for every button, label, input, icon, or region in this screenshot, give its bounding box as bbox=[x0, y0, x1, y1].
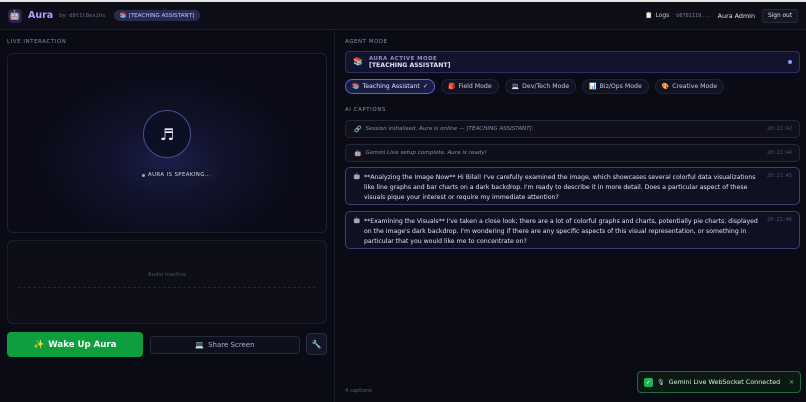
audio-baseline bbox=[18, 287, 316, 288]
tab-label: Dev/Tech Mode bbox=[522, 83, 570, 90]
chart-icon: 📊 bbox=[589, 83, 597, 90]
close-icon[interactable]: ✕ bbox=[789, 379, 794, 386]
caption-item: 🤖 Gemini Live setup complete. Aura is re… bbox=[345, 144, 800, 162]
robot-icon: 🤖 bbox=[353, 217, 361, 224]
books-icon: 📚 bbox=[352, 83, 360, 90]
toast-text: Gemini Live WebSocket Connected bbox=[668, 378, 781, 386]
caption-item: 🤖 **Analyzing the Image Now** Hi Bilal! … bbox=[345, 167, 800, 205]
link-icon: 🔗 bbox=[354, 125, 362, 133]
caption-text: **Analyzing the Image Now** Hi Bilal! I'… bbox=[364, 174, 756, 201]
caption-text: Session initialised. Aura is online — [T… bbox=[365, 126, 534, 132]
caption-text: **Examining the Visuals** I've taken a c… bbox=[364, 218, 758, 245]
check-icon: ✓ bbox=[644, 377, 653, 387]
share-screen-label: Share Screen bbox=[208, 341, 255, 349]
mode-pill: 📚 [TEACHING ASSISTANT] bbox=[113, 10, 201, 21]
header-right: 📋 Logs b0781119... Aura Admin Sign out bbox=[645, 8, 798, 23]
tab-label: Field Mode bbox=[458, 83, 492, 90]
avatar-stage: ♬ AURA IS SPEAKING... bbox=[7, 53, 327, 233]
live-interaction-panel: LIVE INTERACTION ♬ AURA IS SPEAKING... A… bbox=[0, 31, 335, 402]
robot-icon: 🤖 bbox=[354, 149, 362, 157]
speaking-dot bbox=[142, 173, 145, 177]
tab-teaching-assistant[interactable]: 📚 Teaching Assistant ✓ bbox=[345, 79, 436, 94]
tab-label: Teaching Assistant bbox=[362, 83, 420, 90]
caption-item: 🤖 **Examining the Visuals** I've taken a… bbox=[345, 211, 800, 249]
wrench-button[interactable]: 🔧 bbox=[306, 333, 327, 355]
share-screen-button[interactable]: 💻 Share Screen bbox=[150, 336, 300, 354]
microphone-icon: 🎙 bbox=[657, 378, 665, 386]
audio-status: Audio inactive bbox=[147, 272, 187, 278]
robot-icon: 🤖 bbox=[8, 8, 22, 23]
books-icon: 📚 bbox=[353, 57, 363, 66]
caption-time: 20:21:46 bbox=[767, 217, 792, 223]
caption-count: 4 captions bbox=[345, 388, 372, 394]
wake-up-label: Wake Up Aura bbox=[48, 339, 117, 350]
tab-biz-ops-mode[interactable]: 📊 Biz/Ops Mode bbox=[582, 79, 649, 94]
brand-byline: by d8t1l8esihs bbox=[59, 12, 106, 19]
caption-item: 🔗 Session initialised. Aura is online — … bbox=[345, 120, 800, 138]
ai-captions-label: AI CAPTIONS bbox=[345, 107, 386, 113]
caption-time: 20:21:42 bbox=[767, 126, 792, 132]
tab-creative-mode[interactable]: 🎨 Creative Mode bbox=[654, 79, 725, 94]
mode-pill-label: [TEACHING ASSISTANT] bbox=[128, 12, 195, 19]
audio-visualizer: Audio inactive bbox=[7, 240, 327, 324]
active-mode-card: 📚 AURA ACTIVE MODE [TEACHING ASSISTANT] bbox=[345, 51, 800, 73]
tab-dev-tech-mode[interactable]: 💻 Dev/Tech Mode bbox=[504, 79, 577, 94]
wake-up-button[interactable]: ✨ Wake Up Aura bbox=[7, 332, 143, 357]
caption-time: 20:21:44 bbox=[767, 150, 792, 156]
speaking-label: AURA IS SPEAKING... bbox=[148, 172, 212, 178]
agent-panel: AGENT MODE 📚 AURA ACTIVE MODE [TEACHING … bbox=[336, 31, 806, 402]
sign-out-button[interactable]: Sign out bbox=[762, 8, 798, 23]
mode-tabs: 📚 Teaching Assistant ✓ 🎒 Field Mode 💻 De… bbox=[345, 79, 725, 94]
books-icon: 📚 bbox=[119, 12, 127, 19]
check-icon: ✓ bbox=[422, 83, 429, 90]
robot-icon: 🤖 bbox=[353, 173, 361, 180]
caption-time: 20:21:45 bbox=[767, 173, 792, 179]
laptop-icon: 💻 bbox=[195, 341, 205, 349]
status-dot bbox=[788, 60, 792, 64]
active-mode-value: [TEACHING ASSISTANT] bbox=[369, 61, 451, 69]
speaking-indicator: AURA IS SPEAKING... bbox=[136, 169, 218, 181]
sparkles-icon: ✨ bbox=[33, 339, 45, 350]
palette-icon: 🎨 bbox=[661, 83, 670, 90]
agent-mode-label: AGENT MODE bbox=[345, 39, 388, 45]
user-id: b0781119... bbox=[676, 12, 711, 19]
logs-link[interactable]: 📋 Logs bbox=[645, 12, 669, 19]
live-interaction-label: LIVE INTERACTION bbox=[7, 39, 67, 45]
app-header: 🤖 Aura by d8t1l8esihs 📚 [TEACHING ASSIST… bbox=[0, 2, 806, 30]
laptop-icon: 💻 bbox=[511, 83, 520, 90]
tab-label: Biz/Ops Mode bbox=[599, 83, 642, 90]
connection-toast: ✓ 🎙 Gemini Live WebSocket Connected ✕ bbox=[637, 371, 801, 393]
brand-name[interactable]: Aura bbox=[28, 10, 53, 21]
clipboard-icon: 📋 bbox=[644, 12, 653, 19]
logs-label: Logs bbox=[655, 12, 670, 19]
caption-text: Gemini Live setup complete. Aura is read… bbox=[365, 150, 487, 156]
user-name: Aura Admin bbox=[717, 11, 756, 20]
backpack-icon: 🎒 bbox=[448, 83, 456, 90]
tab-label: Creative Mode bbox=[672, 83, 718, 90]
robot-avatar-icon: ♬ bbox=[143, 110, 191, 158]
tab-field-mode[interactable]: 🎒 Field Mode bbox=[441, 79, 499, 94]
wrench-icon: 🔧 bbox=[311, 339, 322, 349]
